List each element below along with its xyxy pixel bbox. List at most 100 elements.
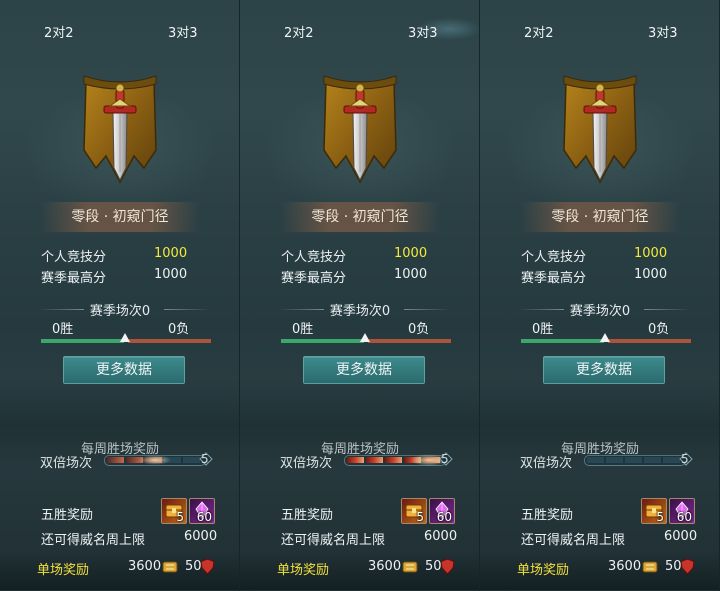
- sparkle-effect: [135, 453, 175, 467]
- wins-count: 0胜: [532, 322, 554, 337]
- more-data-button[interactable]: 更多数据: [303, 356, 425, 384]
- progress-segment: [587, 457, 604, 463]
- personal-score-label: 个人竞技分: [41, 250, 107, 265]
- scroll-chest-icon[interactable]: 5: [641, 498, 667, 524]
- win-bar: [41, 339, 124, 343]
- win-bar: [521, 339, 604, 343]
- progress-segment: [625, 457, 642, 463]
- five-win-item1-count: 5: [176, 510, 184, 524]
- progress-segment: [663, 457, 680, 463]
- five-win-item2-count: 60: [196, 510, 212, 524]
- personal-score-value: 1000: [634, 246, 668, 261]
- rank-title: 零段 · 初窥门径: [280, 202, 440, 232]
- double-count: 5: [441, 452, 449, 466]
- progress-segment: [107, 457, 124, 463]
- win-bar: [281, 339, 364, 343]
- personal-score-value: 1000: [154, 246, 188, 261]
- single-reward-label: 单场奖励: [277, 563, 330, 578]
- five-win-label: 五胜奖励: [41, 508, 94, 523]
- red-shield-icon: [200, 558, 215, 575]
- single-gold-value: 3600: [368, 559, 402, 574]
- five-win-item1-count: 5: [416, 510, 424, 524]
- divider-right: [644, 309, 690, 310]
- tab-2v2[interactable]: 2对2: [44, 22, 74, 41]
- five-win-label: 五胜奖励: [521, 508, 574, 523]
- wins-count: 0胜: [52, 322, 74, 337]
- double-label: 双倍场次: [40, 456, 93, 471]
- purple-gem-icon[interactable]: 60: [429, 498, 455, 524]
- losses-count: 0负: [408, 322, 430, 337]
- progress-segment: [347, 457, 364, 463]
- tab-3v3[interactable]: 3对3: [168, 22, 198, 41]
- double-count: 5: [201, 452, 209, 466]
- sword-banner-icon: [83, 75, 157, 184]
- win-loss-bar: [41, 333, 211, 343]
- personal-score-label: 个人竞技分: [281, 250, 347, 265]
- remaining-value: 6000: [424, 529, 458, 544]
- single-gold-value: 3600: [128, 559, 162, 574]
- season-high-value: 1000: [154, 267, 188, 282]
- red-shield-icon: [680, 558, 695, 575]
- single-gold-value: 3600: [608, 559, 642, 574]
- five-win-item2-count: 60: [436, 510, 452, 524]
- arena-panel: 2对2 3对3 零段 · 初窥门径 个人竞技分 1000 赛季最高分 1000 …: [480, 0, 720, 591]
- double-label: 双倍场次: [280, 456, 333, 471]
- sword-banner-icon: [563, 75, 637, 184]
- scroll-chest-icon[interactable]: 5: [161, 498, 187, 524]
- ratio-marker: [360, 333, 370, 342]
- scroll-chest-icon[interactable]: 5: [401, 498, 427, 524]
- divider-right: [164, 309, 210, 310]
- gold-coin-icon: [162, 561, 178, 573]
- tab-3v3[interactable]: 3对3: [408, 22, 438, 41]
- remaining-label: 还可得威名周上限: [281, 533, 386, 548]
- single-reward-label: 单场奖励: [37, 563, 90, 578]
- sword-banner-icon: [323, 75, 397, 184]
- rank-title: 零段 · 初窥门径: [40, 202, 200, 232]
- progress-segment: [366, 457, 383, 463]
- season-high-label: 赛季最高分: [41, 271, 107, 286]
- progress-segment: [385, 457, 402, 463]
- win-loss-bar: [521, 333, 691, 343]
- divider-right: [404, 309, 450, 310]
- loss-bar: [128, 339, 211, 343]
- remaining-label: 还可得威名周上限: [521, 533, 626, 548]
- loss-bar: [368, 339, 451, 343]
- tab-3v3[interactable]: 3对3: [648, 22, 678, 41]
- ratio-marker: [120, 333, 130, 342]
- purple-gem-icon[interactable]: 60: [669, 498, 695, 524]
- arena-panel: 2对2 3对3 零段 · 初窥门径 个人竞技分 1000 赛季最高分 1000 …: [240, 0, 480, 591]
- mode-tabs: 2对2 3对3: [480, 0, 719, 58]
- tab-2v2[interactable]: 2对2: [284, 22, 314, 41]
- double-label: 双倍场次: [520, 456, 573, 471]
- loss-bar: [608, 339, 691, 343]
- red-shield-icon: [440, 558, 455, 575]
- progress-segment: [644, 457, 661, 463]
- rank-title: 零段 · 初窥门径: [520, 202, 680, 232]
- remaining-value: 6000: [664, 529, 698, 544]
- five-win-label: 五胜奖励: [281, 508, 334, 523]
- wins-count: 0胜: [292, 322, 314, 337]
- progress-segment: [606, 457, 623, 463]
- mode-tabs: 2对2 3对3: [240, 0, 479, 58]
- personal-score-label: 个人竞技分: [521, 250, 587, 265]
- double-progress-track: [344, 452, 446, 468]
- purple-gem-icon[interactable]: 60: [189, 498, 215, 524]
- tab-2v2[interactable]: 2对2: [524, 22, 554, 41]
- five-win-item1-count: 5: [656, 510, 664, 524]
- more-data-button[interactable]: 更多数据: [63, 356, 185, 384]
- season-high-value: 1000: [394, 267, 428, 282]
- personal-score-value: 1000: [394, 246, 428, 261]
- five-win-item2-count: 60: [676, 510, 692, 524]
- double-progress-track: [584, 455, 686, 466]
- double-count: 5: [681, 452, 689, 466]
- season-high-label: 赛季最高分: [281, 271, 347, 286]
- mode-tabs: 2对2 3对3: [0, 0, 239, 58]
- more-data-button[interactable]: 更多数据: [543, 356, 665, 384]
- arena-panel: 2对2 3对3 零段 · 初窥门径 个人竞技分 1000 赛季最高分 1000 …: [0, 0, 240, 591]
- season-high-value: 1000: [634, 267, 668, 282]
- win-loss-bar: [281, 333, 451, 343]
- double-progress-track: [104, 453, 206, 467]
- losses-count: 0负: [168, 322, 190, 337]
- losses-count: 0负: [648, 322, 670, 337]
- progress-segment: [183, 457, 200, 463]
